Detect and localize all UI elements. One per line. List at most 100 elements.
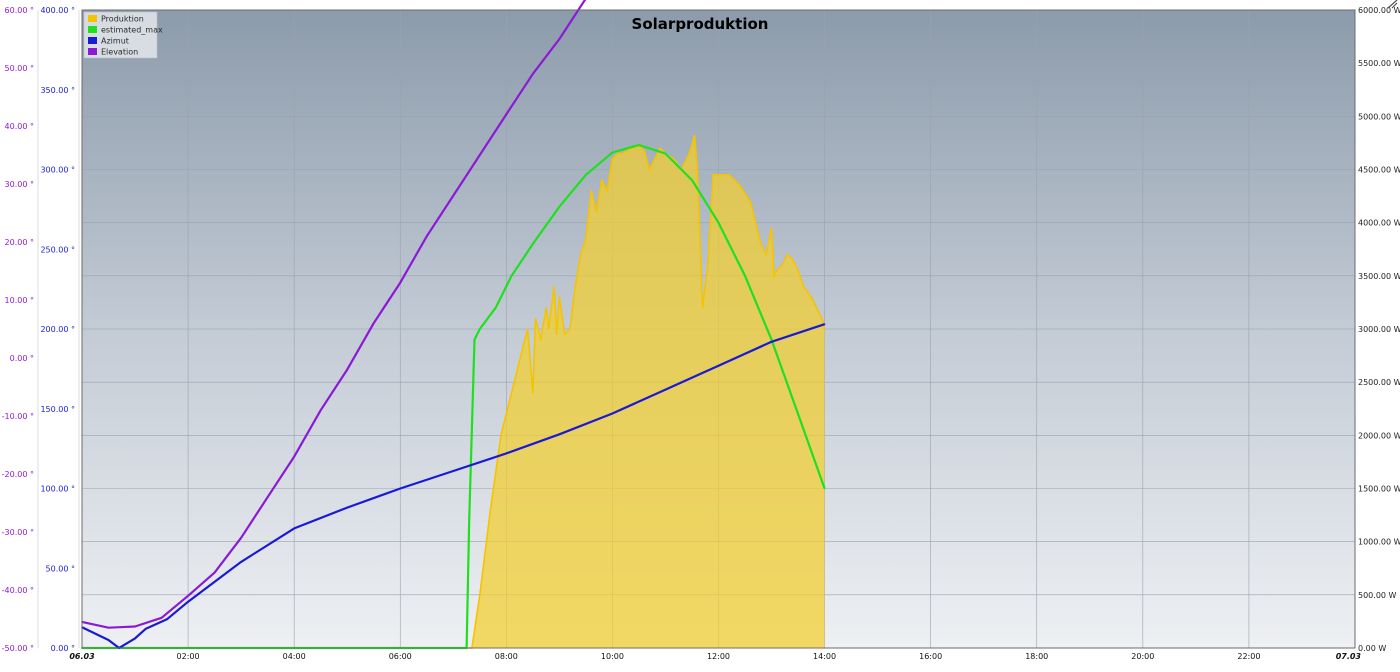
azimut-tick-label: 200.00 ° [40,325,75,334]
produktion-point [526,328,529,330]
produktion-point [622,152,624,155]
produktion-point [696,168,699,171]
estimated-max-point [638,144,640,146]
produktion-point [563,333,566,336]
estimated-max-point [691,179,693,181]
produktion-point [712,174,714,176]
produktion-point [500,434,502,437]
elevation-tick-label: 40.00 ° [5,122,34,131]
azimut-tick-label: 300.00 ° [40,166,75,175]
elevation-point [426,235,428,237]
power-tick-label: 2000.00 W [1358,431,1400,440]
legend: Produktion estimated_max Azimut Elevation [83,11,163,59]
elevation-tick-label: 50.00 ° [5,64,34,73]
azimut-point [717,364,720,367]
elevation-tick-label: -10.00 ° [2,412,34,421]
power-tick-label: 4500.00 W [1358,166,1400,175]
produktion-point [590,190,592,192]
azimut-point [144,628,147,630]
power-tick-label: 6000.00 W [1358,6,1400,15]
estimated-max-point [494,306,497,309]
estimated-max-point [532,243,534,245]
produktion-point [701,306,704,309]
elevation-point [372,322,375,325]
produktion-point [548,328,550,330]
elevation-point [399,281,402,284]
estimated-max-point [797,413,799,415]
produktion-point [770,227,773,229]
azimut-point [558,433,561,436]
power-tick-label: 2500.00 W [1358,378,1400,387]
elevation-point [134,625,136,628]
azimut-point [166,618,168,621]
produktion-point [521,349,523,352]
produktion-point [601,179,603,181]
power-tick-label: 5500.00 W [1358,59,1400,68]
produktion-point [532,392,534,394]
estimated-max-point [664,152,667,155]
produktion-point [717,174,720,176]
produktion-point [792,259,794,261]
elevation-point [319,409,322,412]
estimated-max-point [473,338,476,341]
produktion-point [648,168,651,171]
elevation-tick-label: 10.00 ° [5,296,34,305]
time-tick-label: 10:00 [601,652,624,661]
azimut-point [134,637,136,640]
time-tick-label: 22:00 [1237,652,1260,661]
azimut-point [240,561,242,563]
produktion-point [545,306,547,309]
produktion-point [569,328,571,330]
elevation-tick-label: 60.00 ° [5,6,34,15]
produktion-point [659,147,661,149]
produktion-point [579,253,582,256]
elevation-point [452,194,455,197]
azimut-point [399,487,402,490]
produktion-point [749,200,752,203]
power-tick-label: 1500.00 W [1358,485,1400,494]
produktion-point [802,285,805,288]
produktion-point [810,296,813,298]
power-tick-label: 4000.00 W [1358,219,1400,228]
estimated-max-point [558,205,561,208]
azimut-point [187,600,189,603]
elevation-tick-label: -40.00 ° [2,586,34,595]
power-tick-label: 3000.00 W [1358,325,1400,334]
elevation-point [505,113,508,116]
produktion-point [595,211,598,213]
elevation-point [187,595,189,597]
produktion-point [555,333,558,336]
elevation-point [293,455,296,458]
time-tick-label: 02:00 [177,652,200,661]
power-tick-label: 1000.00 W [1358,538,1400,547]
elevation-point [240,537,242,539]
azimut-point [611,412,614,415]
time-tick-label: 06.03 [69,652,95,661]
azimut-point [770,341,773,343]
elevation-tick-label: 20.00 ° [5,238,34,247]
elevation-point [266,496,269,499]
power-tick-label: 500.00 W [1358,591,1397,600]
produktion-point [781,264,783,267]
estimated-max-point [611,151,614,154]
produktion-point [534,317,537,320]
produktion-point [786,253,789,256]
produktion-point [654,158,656,160]
elevation-tick-label: -30.00 ° [2,528,34,537]
produktion-point [821,317,823,320]
produktion-point [693,134,696,137]
azimut-point [505,452,508,455]
power-tick-label: 5000.00 W [1358,112,1400,121]
elevation-point [213,571,216,574]
elevation-tick-label: -50.00 ° [2,644,34,653]
power-tick-label: 0.00 W [1358,644,1386,653]
azimut-point [293,527,296,530]
produktion-point [738,184,741,187]
time-tick-label: 18:00 [1025,652,1048,661]
estimated-max-point [744,275,746,277]
time-axis: 06.03 02:00 04:00 06:00 08:00 10:00 12:00 14:00… [69,652,1361,661]
azimut-point [664,388,667,391]
azimut-point [107,639,110,641]
produktion-point [479,594,481,596]
estimated-max-point [585,174,587,176]
